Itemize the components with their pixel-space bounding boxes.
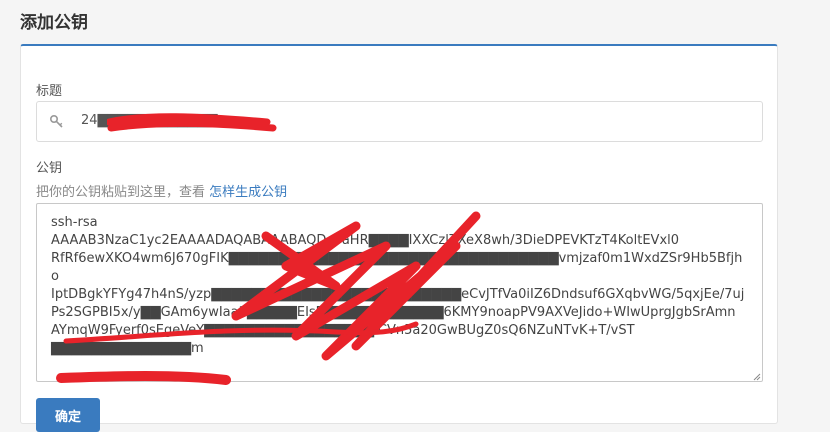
title-input-value: 24▇▇▇▇▇▇▇▇▇▇▇▇com <box>81 113 246 128</box>
key-field-label: 公钥 <box>36 161 63 176</box>
resize-handle-icon[interactable] <box>753 373 761 381</box>
add-key-form: 标题 24▇▇▇▇▇▇▇▇▇▇▇▇com 公钥 把你的公钥粘贴到这里，查看 怎样… <box>20 44 778 432</box>
page-title: 添加公钥 <box>20 13 88 33</box>
title-input[interactable]: 24▇▇▇▇▇▇▇▇▇▇▇▇com <box>36 101 763 142</box>
public-key-textarea[interactable]: ssh-rsa AAAAB3NzaC1yc2EAAAADAQABAAABAQDc… <box>36 203 763 382</box>
title-field-label: 标题 <box>36 84 63 99</box>
confirm-button[interactable]: 确定 <box>36 398 100 432</box>
key-icon <box>49 114 63 128</box>
how-to-generate-key-link[interactable]: 怎样生成公钥 <box>209 185 287 200</box>
key-hint-text: 把你的公钥粘贴到这里，查看 <box>36 185 210 200</box>
key-hint: 把你的公钥粘贴到这里，查看 怎样生成公钥 <box>36 181 287 200</box>
